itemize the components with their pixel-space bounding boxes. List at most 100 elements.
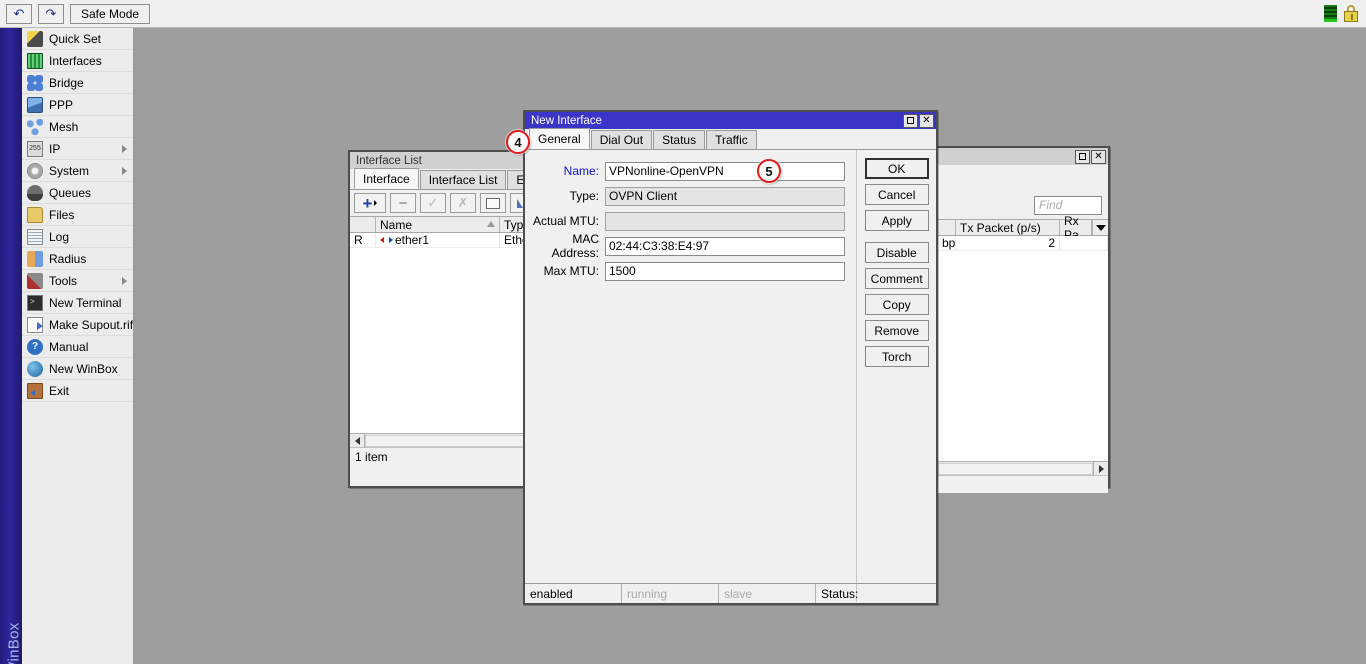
find-input[interactable]: Find xyxy=(1034,195,1102,215)
column-header-flag[interactable] xyxy=(350,217,376,232)
quickset-icon xyxy=(27,30,43,47)
dialog-form: Name: VPNonline-OpenVPN Type: OVPN Client Ac… xyxy=(525,150,858,602)
column-header-name-label: Name xyxy=(380,217,413,232)
comment-button[interactable]: Comment xyxy=(864,268,929,289)
comment-button[interactable] xyxy=(480,193,506,213)
sidebar-item-label: Exit xyxy=(49,383,70,398)
column-header-rx-packets[interactable]: Rx Pa xyxy=(1060,214,1092,242)
bridge-icon xyxy=(27,74,43,91)
remove-button[interactable]: Remove xyxy=(864,320,929,341)
close-button[interactable]: ✕ xyxy=(919,113,934,128)
sidebar-item-exit[interactable]: Exit xyxy=(22,380,133,402)
copy-button[interactable]: Copy xyxy=(864,294,929,315)
cross-icon: ✗ xyxy=(457,195,469,210)
tab-dial-out[interactable]: Dial Out xyxy=(590,130,653,149)
scroll-thumb[interactable] xyxy=(938,462,1093,475)
torch-button[interactable]: Torch xyxy=(864,346,929,367)
table-row[interactable]: bps 2 xyxy=(938,236,1108,251)
column-chooser-button[interactable] xyxy=(1092,220,1108,235)
ok-button[interactable]: OK xyxy=(864,158,929,179)
sidebar-item-mesh[interactable]: Mesh xyxy=(22,116,133,138)
status-tray xyxy=(1324,5,1358,22)
sidebar-menu: Quick Set Interfaces Bridge PPP Mesh 255 IP Sys… xyxy=(22,28,134,664)
sidebar-item-label: Interfaces xyxy=(49,53,102,68)
dialog-title: New Interface xyxy=(531,114,602,127)
field-label: Actual MTU: xyxy=(532,214,599,228)
lock-icon[interactable] xyxy=(1344,5,1358,22)
new-interface-dialog: New Interface ✕ General Dial Out Status Tra… xyxy=(523,110,938,605)
form-row: MAC Address: 02:44:C3:38:E4:97 xyxy=(525,232,856,260)
traffic-table-body: bps 2 xyxy=(938,236,1108,461)
sidebar-item-quick-set[interactable]: Quick Set xyxy=(22,28,133,50)
sidebar-item-radius[interactable]: Radius xyxy=(22,248,133,270)
type-input: OVPN Client xyxy=(605,186,845,206)
sidebar-item-interfaces[interactable]: Interfaces xyxy=(22,50,133,72)
sidebar-item-bridge[interactable]: Bridge xyxy=(22,72,133,94)
traffic-window-titlebar[interactable]: ✕ xyxy=(938,148,1108,165)
sidebar-item-system[interactable]: System xyxy=(22,160,133,182)
tab-interface[interactable]: Interface xyxy=(354,168,419,189)
maximize-button[interactable] xyxy=(903,113,918,128)
sidebar-item-label: Mesh xyxy=(49,119,79,134)
maximize-button[interactable] xyxy=(1075,149,1090,164)
plus-icon: + xyxy=(362,193,373,213)
status-status: Status: xyxy=(821,586,859,601)
sidebar-item-ip[interactable]: 255 IP xyxy=(22,138,133,160)
redo-button[interactable]: ↷ xyxy=(38,3,64,24)
disable-button[interactable]: Disable xyxy=(864,242,929,263)
sidebar-item-make-supout-rif[interactable]: Make Supout.rif xyxy=(22,314,133,336)
dialog-titlebar[interactable]: New Interface ✕ xyxy=(525,112,936,129)
sidebar-item-queues[interactable]: Queues xyxy=(22,182,133,204)
tools-icon xyxy=(27,272,43,289)
column-header-name[interactable]: Name xyxy=(376,217,500,232)
arrow-right-icon xyxy=(1098,464,1104,473)
add-interface-button[interactable]: + xyxy=(354,193,386,213)
sidebar-item-tools[interactable]: Tools xyxy=(22,270,133,292)
sidebar-item-ppp[interactable]: PPP xyxy=(22,94,133,116)
close-button[interactable]: ✕ xyxy=(1091,149,1106,164)
tab-interface-list[interactable]: Interface List xyxy=(419,170,507,189)
sidebar-item-label: New Terminal xyxy=(49,295,122,310)
disable-interface-button[interactable]: ✗ xyxy=(450,193,476,213)
tab-traffic[interactable]: Traffic xyxy=(706,130,757,149)
winbox-icon xyxy=(27,360,43,377)
sidebar-item-label: Tools xyxy=(49,273,78,288)
item-count-label: 1 item xyxy=(355,449,388,464)
undo-button[interactable]: ↶ xyxy=(6,3,32,24)
enable-interface-button[interactable]: ✓ xyxy=(420,193,446,213)
mac-address-input[interactable]: 02:44:C3:38:E4:97 xyxy=(605,236,845,256)
apply-button[interactable]: Apply xyxy=(864,210,929,231)
traffic-window-toolbar xyxy=(938,165,1108,191)
sidebar-item-label: Queues xyxy=(49,185,92,200)
tab-status[interactable]: Status xyxy=(653,130,706,149)
name-input[interactable]: VPNonline-OpenVPN xyxy=(605,161,845,181)
safe-mode-button[interactable]: Safe Mode xyxy=(70,3,151,24)
annotation-badge-5: 5 xyxy=(757,159,781,183)
column-header-blank xyxy=(938,220,956,235)
max-mtu-input[interactable]: 1500 xyxy=(605,261,845,281)
form-row: Type: OVPN Client xyxy=(525,186,856,206)
log-icon xyxy=(27,228,43,245)
status-running: running xyxy=(622,584,719,603)
traffic-hscrollbar[interactable] xyxy=(938,461,1108,476)
scroll-left-button[interactable] xyxy=(350,433,365,448)
tab-general[interactable]: General xyxy=(529,128,590,149)
annotation-badge-4: 4 xyxy=(506,130,530,154)
sidebar-item-new-winbox[interactable]: New WinBox xyxy=(22,358,133,380)
scroll-right-button[interactable] xyxy=(1093,461,1108,476)
sidebar-item-files[interactable]: Files xyxy=(22,204,133,226)
supout-icon xyxy=(27,316,43,333)
remove-interface-button[interactable]: − xyxy=(390,193,416,213)
field-label: Max MTU: xyxy=(543,264,599,278)
sidebar-item-label: New WinBox xyxy=(49,361,118,376)
brand-label: RouterOS WinBox xyxy=(6,550,23,664)
check-icon: ✓ xyxy=(427,195,439,210)
cell-tx-packets: 2 xyxy=(956,236,1060,250)
queues-icon xyxy=(27,184,43,201)
sidebar-item-new-terminal[interactable]: New Terminal xyxy=(22,292,133,314)
signal-bars-icon xyxy=(1324,5,1337,22)
column-header-tx-packets[interactable]: Tx Packet (p/s) xyxy=(956,220,1060,235)
sidebar-item-log[interactable]: Log xyxy=(22,226,133,248)
cancel-button[interactable]: Cancel xyxy=(864,184,929,205)
sidebar-item-manual[interactable]: ? Manual xyxy=(22,336,133,358)
